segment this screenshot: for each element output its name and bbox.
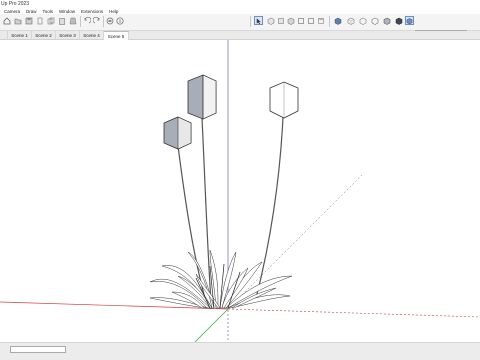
- folder-icon[interactable]: [13, 16, 22, 25]
- tab-scene-1[interactable]: Scene 1: [8, 31, 32, 40]
- back-view-icon[interactable]: [306, 16, 315, 25]
- copy-icon[interactable]: [46, 16, 55, 25]
- scene-canvas: [0, 40, 480, 342]
- tab-label: Scene 4: [83, 33, 100, 38]
- cut-icon[interactable]: [35, 16, 44, 25]
- hex-card-side: [202, 74, 217, 120]
- measurements-input[interactable]: [10, 346, 66, 353]
- status-bar: [0, 342, 480, 360]
- top-view-icon[interactable]: [276, 16, 285, 25]
- hex-card-side: [177, 116, 192, 150]
- info-icon[interactable]: [115, 16, 124, 25]
- paste-icon[interactable]: [57, 16, 66, 25]
- xray-icon[interactable]: [333, 16, 342, 25]
- stem: [254, 116, 284, 303]
- select-arrow-icon[interactable]: [254, 16, 263, 25]
- toolbar-separator: [103, 16, 104, 27]
- front-view-icon[interactable]: [286, 16, 295, 25]
- house-icon[interactable]: [2, 16, 11, 25]
- tab-label: Scene 1: [11, 33, 28, 38]
- toolbar-separator: [329, 16, 330, 27]
- shaded-icon[interactable]: [382, 16, 391, 25]
- tab-label: Scene 2: [35, 33, 52, 38]
- undo-icon[interactable]: [82, 16, 91, 25]
- model-viewport[interactable]: [0, 40, 480, 342]
- window-title: Up Pro 2023: [1, 1, 30, 7]
- erase-icon[interactable]: [68, 16, 77, 25]
- tab-label: Scene 5: [107, 34, 125, 39]
- wireframe-icon[interactable]: [358, 16, 367, 25]
- stem: [201, 117, 212, 303]
- shaded-texture-icon[interactable]: [394, 16, 403, 25]
- right-view-icon[interactable]: [296, 16, 305, 25]
- main-toolbar: J F M A M J J A S O N D 06:38 AM Noon 07…: [0, 14, 480, 43]
- tab-label: Scene 3: [59, 33, 76, 38]
- iso-view-icon[interactable]: [266, 16, 275, 25]
- tab-scene-5[interactable]: Scene 5: [104, 31, 129, 40]
- tab-scene-4[interactable]: Scene 4: [80, 31, 104, 40]
- tab-scene-3[interactable]: Scene 3: [56, 31, 80, 40]
- red-axis-dashed: [227, 308, 480, 318]
- toolbar-separator: [250, 16, 251, 27]
- green-axis-dashed: [227, 174, 363, 310]
- toolbar-separator: [80, 16, 81, 27]
- save-icon[interactable]: [24, 16, 33, 25]
- print-icon[interactable]: [105, 16, 114, 25]
- redo-icon[interactable]: [92, 16, 101, 25]
- tab-truncated: [0, 31, 8, 40]
- title-bar: Up Pro 2023: [0, 0, 480, 8]
- green-axis: [194, 308, 229, 342]
- left-view-icon[interactable]: [316, 16, 325, 25]
- scene-tabs: Scene 1 Scene 2 Scene 3 Scene 4 Scene 5: [0, 31, 480, 40]
- monochrome-icon[interactable]: [405, 16, 414, 25]
- hidden-line-icon[interactable]: [370, 16, 379, 25]
- back-edges-icon[interactable]: [346, 16, 355, 25]
- tab-scene-2[interactable]: Scene 2: [32, 31, 56, 40]
